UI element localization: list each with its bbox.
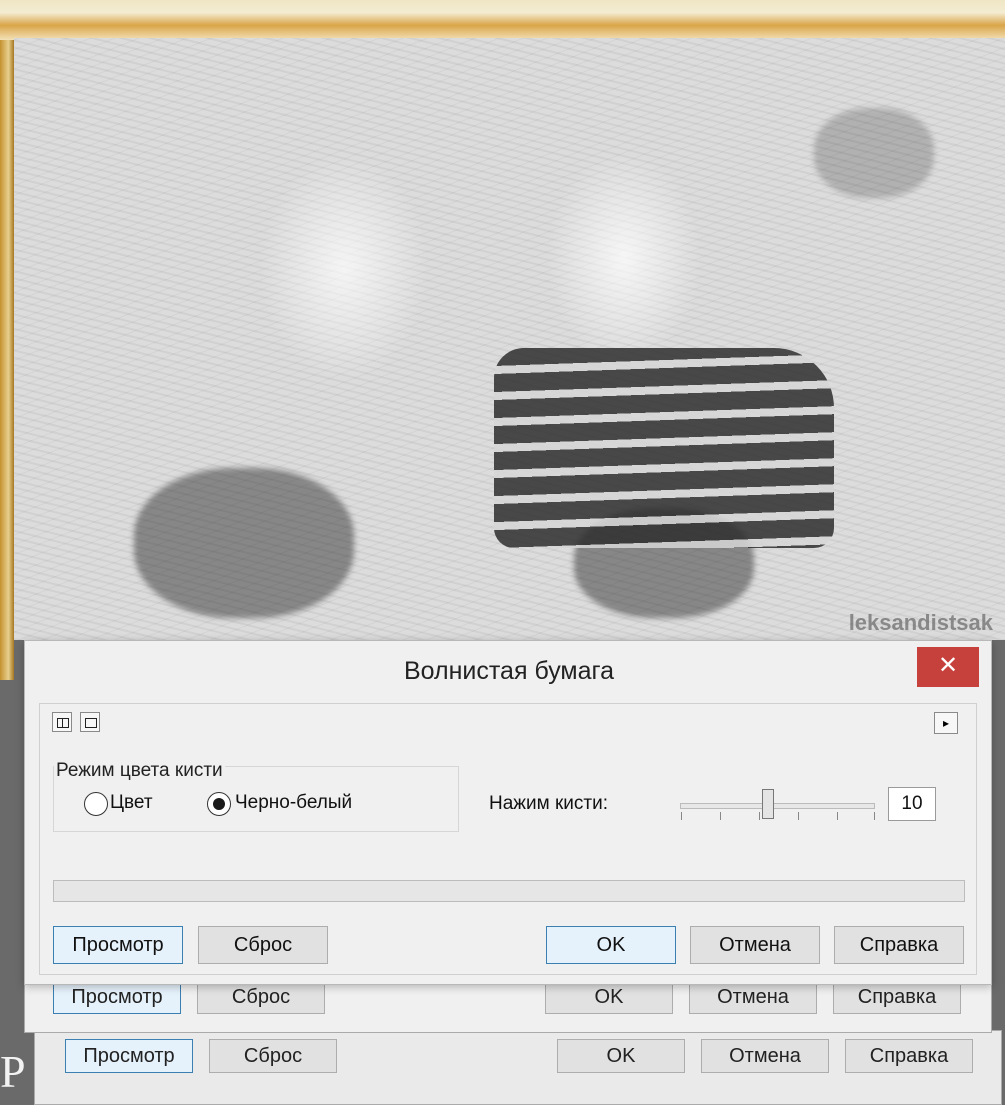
shadow-patch — [814, 108, 934, 198]
ghost-cancel-button: Отмена — [701, 1039, 829, 1073]
gold-frame-left — [0, 40, 14, 680]
ghost-preview-button: Просмотр — [65, 1039, 193, 1073]
radio-black-white[interactable] — [207, 792, 231, 816]
brush-pressure-slider[interactable] — [680, 803, 875, 809]
cancel-button[interactable]: Отмена — [690, 926, 820, 964]
ok-button[interactable]: OK — [546, 926, 676, 964]
dialog-title: Волнистая бумага — [404, 657, 614, 685]
slider-tick — [759, 812, 760, 820]
ghost-cancel-button: Отмена — [689, 980, 817, 1014]
ghost-help-button: Справка — [845, 1039, 973, 1073]
slider-tick — [681, 812, 682, 820]
dialog-client-area: ▸ Режим цвета кисти Цвет Черно-белый Наж… — [39, 703, 977, 975]
close-button[interactable]: ✕ — [917, 647, 979, 687]
ghost-ok-button: OK — [557, 1039, 685, 1073]
radio-black-white-label[interactable]: Черно-белый — [235, 792, 352, 814]
radio-color[interactable] — [84, 792, 108, 816]
preview-button[interactable]: Просмотр — [53, 926, 183, 964]
watermark-text: leksandistsak — [848, 610, 993, 635]
slider-tick — [874, 812, 875, 820]
single-view-icon[interactable] — [80, 712, 100, 732]
gold-frame-top — [0, 0, 1005, 42]
progress-bar — [53, 880, 965, 902]
ghost-letter-fragment: Р — [0, 1046, 26, 1097]
brush-color-mode-label: Режим цвета кисти — [54, 760, 225, 782]
ghost-reset-button: Сброс — [197, 980, 325, 1014]
ghost-reset-button: Сброс — [209, 1039, 337, 1073]
brush-pressure-label: Нажим кисти: — [489, 793, 608, 814]
slider-tick — [720, 812, 721, 820]
shadow-patch — [134, 468, 354, 618]
help-button[interactable]: Справка — [834, 926, 964, 964]
brush-pressure-value[interactable]: 10 — [888, 787, 936, 821]
ghost-ok-button: OK — [545, 980, 673, 1014]
ghost-dialog-2: Просмотр Сброс OK Отмена Справка — [34, 1030, 1002, 1105]
canvas-photo: leksandistsak — [14, 38, 1005, 640]
reset-button[interactable]: Сброс — [198, 926, 328, 964]
split-view-icon[interactable] — [52, 712, 72, 732]
radio-color-label[interactable]: Цвет — [110, 792, 153, 814]
slider-thumb[interactable] — [761, 789, 774, 819]
ghost-help-button: Справка — [833, 980, 961, 1014]
expand-arrow-icon[interactable]: ▸ — [934, 712, 958, 734]
wavy-paper-dialog: Волнистая бумага ✕ ▸ Режим цвета кисти Ц… — [24, 640, 992, 985]
striped-shirt — [494, 348, 834, 548]
slider-tick — [798, 812, 799, 820]
ghost-preview-button: Просмотр — [53, 980, 181, 1014]
slider-tick — [837, 812, 838, 820]
